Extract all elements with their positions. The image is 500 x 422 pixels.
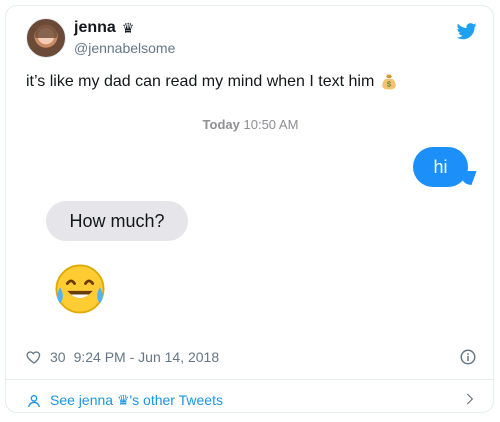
author-name[interactable]: jenna [74,19,116,37]
person-icon [28,394,40,407]
tweet-text-content: it’s like my dad can read my mind when I… [26,73,375,90]
heart-icon[interactable] [26,349,42,365]
money-bag-icon: $ [382,74,397,90]
face-with-tears-of-joy-icon [55,264,105,314]
divider [6,379,493,380]
sent-message-text: hi [433,156,448,177]
sent-message-bubble: hi [413,147,468,187]
received-message-bubble: How much? [46,201,188,241]
author-badge: ♛ [121,20,135,36]
see-other-tweets-text[interactable]: See jenna ♛'s other Tweets [50,392,223,409]
author-name-row[interactable]: jenna ♛ [74,19,134,37]
like-count[interactable]: 30 [50,349,66,365]
imessage-timestamp: Today 10:50 AM [6,117,495,132]
author-handle[interactable]: @jennabelsome [74,40,175,56]
tweet-text: it’s like my dad can read my mind when I… [26,72,398,92]
see-other-tweets-link[interactable]: See jenna ♛'s other Tweets [26,392,223,409]
twitter-bird-icon[interactable] [457,21,477,41]
received-message-text: How much? [69,210,165,231]
chevron-right-icon[interactable] [463,390,477,408]
tweet-footer: 30 9:24 PM - Jun 14, 2018 [26,349,219,365]
tweet-card: jenna ♛ @jennabelsome it’s like my dad c… [5,5,494,413]
imessage-day: Today [202,117,240,132]
info-icon[interactable] [459,348,477,366]
imessage-time: 10:50 AM [243,117,299,132]
tweet-timestamp[interactable]: 9:24 PM - Jun 14, 2018 [74,349,220,365]
avatar[interactable] [26,18,66,58]
